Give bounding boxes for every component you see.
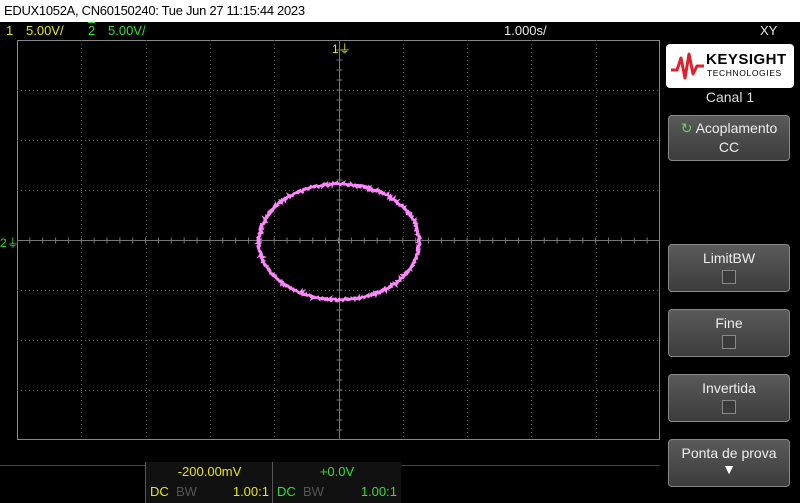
ch2-info[interactable]: +0.0V DC BW 1.00:1 <box>272 462 401 503</box>
channel-info-bar: -200.00mV DC BW 1.00:1 +0.0V DC BW 1.00:… <box>0 440 660 503</box>
ch1-probe: 1.00:1 <box>233 484 269 499</box>
invert-label: Invertida <box>669 380 789 396</box>
fine-label: Fine <box>669 315 789 331</box>
arrow-down-icon: ▼ <box>669 461 789 477</box>
waveform-screen[interactable] <box>17 40 660 440</box>
ch1-offset: -200.00mV <box>146 464 273 479</box>
rotate-knob-icon: ↻ <box>681 120 693 136</box>
status-bar: 1 5.00V/ 2 5.00V/ 1.000s/ XY <box>0 22 800 40</box>
menu-title: Canal 1 <box>660 89 800 105</box>
logo-name: KEYSIGHT <box>706 51 787 68</box>
limit-bw-label: LimitBW <box>669 250 789 266</box>
softkey-panel: KEYSIGHT TECHNOLOGIES Canal 1 ↻ Acoplame… <box>660 40 800 503</box>
ch2-offset: +0.0V <box>273 464 401 479</box>
title-text: EDUX1052A, CN60150240: Tue Jun 27 11:15:… <box>4 3 305 18</box>
logo-subtitle: TECHNOLOGIES <box>707 68 782 78</box>
ch1-ground-marker: 1⏚ <box>332 40 351 57</box>
coupling-label: Acoplamento <box>696 120 778 136</box>
ch2-number: 2 <box>88 22 95 40</box>
ch2-ground-marker: 2⏚ <box>0 234 19 251</box>
ch2-scale: 5.00V/ <box>108 22 146 40</box>
limit-bw-button[interactable]: LimitBW <box>668 244 790 292</box>
limit-bw-checkbox[interactable] <box>722 270 736 284</box>
ch2-bw-limit: BW <box>303 484 324 499</box>
probe-button[interactable]: Ponta de prova ▼ <box>668 439 790 487</box>
coupling-value: CC <box>669 139 789 155</box>
coupling-button[interactable]: ↻ Acoplamento CC <box>668 115 790 161</box>
fine-button[interactable]: Fine <box>668 309 790 357</box>
ch1-number: 1 <box>6 22 13 40</box>
graticule <box>17 40 660 440</box>
keysight-logo: KEYSIGHT TECHNOLOGIES <box>666 44 794 88</box>
invert-checkbox[interactable] <box>722 400 736 414</box>
ch1-scale: 5.00V/ <box>26 22 64 40</box>
title-bar: EDUX1052A, CN60150240: Tue Jun 27 11:15:… <box>0 0 800 22</box>
fine-checkbox[interactable] <box>722 335 736 349</box>
ch2-probe: 1.00:1 <box>361 484 397 499</box>
timebase: 1.000s/ <box>504 22 547 40</box>
mode-indicator: XY <box>760 22 777 40</box>
ch1-info[interactable]: -200.00mV DC BW 1.00:1 <box>145 462 273 503</box>
ch1-coupling: DC <box>150 484 169 499</box>
probe-label: Ponta de prova <box>669 445 789 461</box>
invert-button[interactable]: Invertida <box>668 374 790 422</box>
keysight-wave-icon <box>670 52 706 82</box>
ch1-bw-limit: BW <box>176 484 197 499</box>
ch2-coupling: DC <box>277 484 296 499</box>
